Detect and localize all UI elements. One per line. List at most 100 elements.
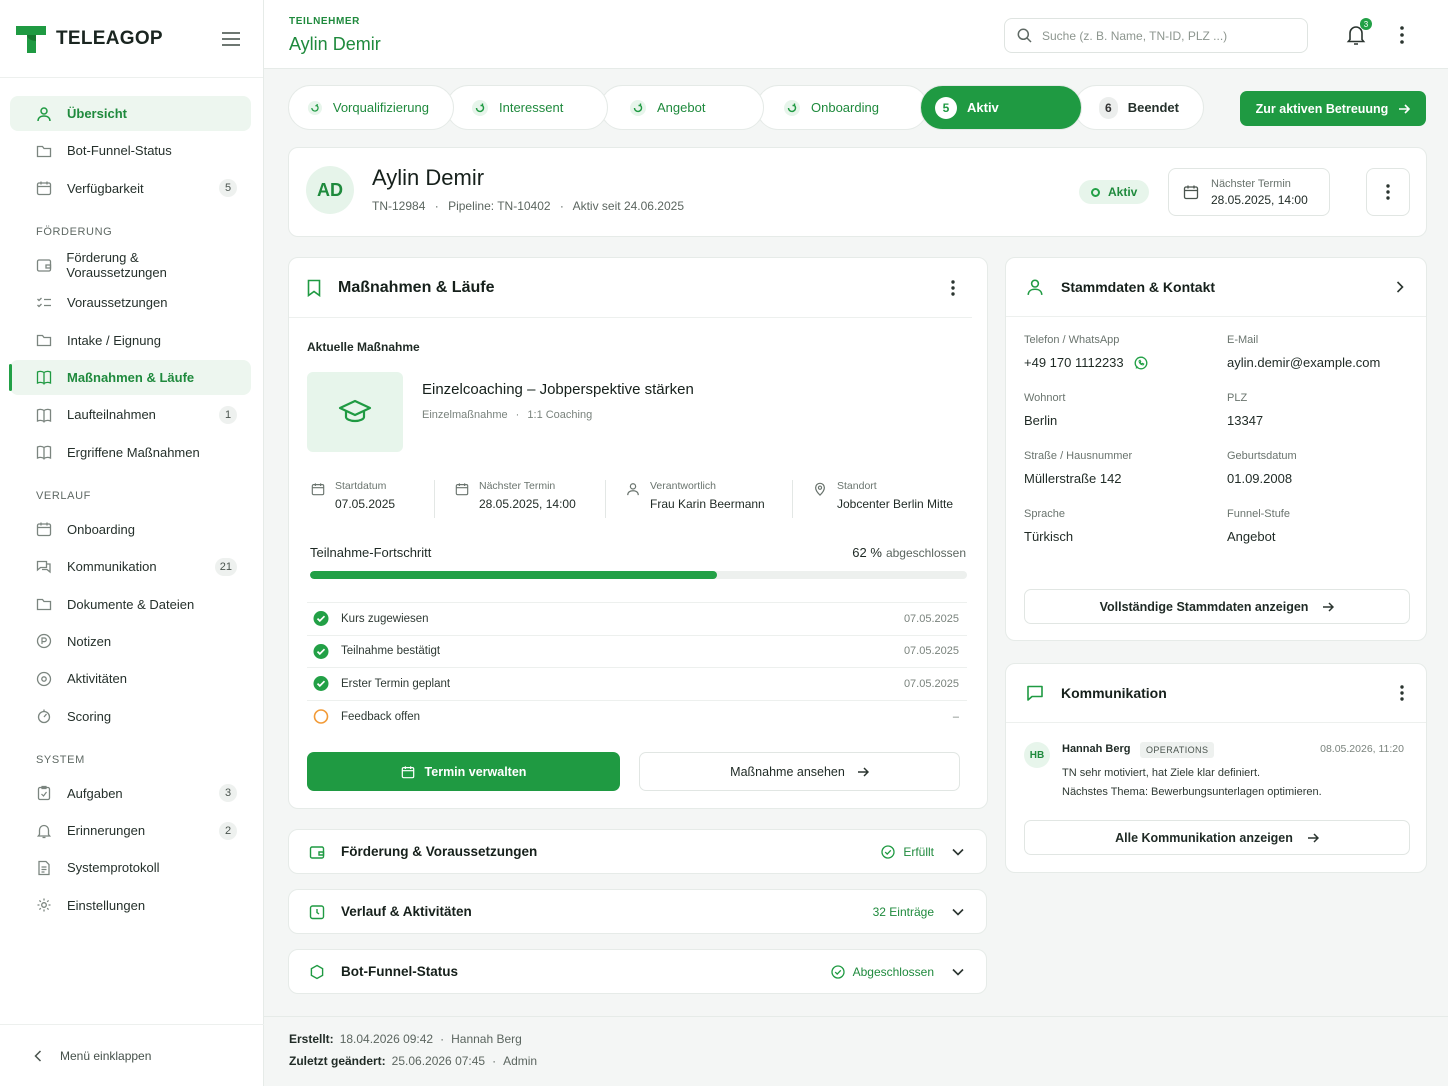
sidebar-item-overview[interactable]: Übersicht xyxy=(10,96,251,131)
sidebar-item-reminders[interactable]: Erinnerungen 2 xyxy=(10,813,251,848)
sidebar-item-requirements[interactable]: Voraussetzungen xyxy=(10,285,251,320)
message-author: Hannah Berg xyxy=(1062,743,1131,755)
search-box[interactable] xyxy=(1004,18,1308,53)
field-value[interactable]: aylin.demir@example.com xyxy=(1227,355,1414,370)
accordion-status: 32 Einträge xyxy=(873,905,934,919)
active-care-button[interactable]: Zur aktiven Betreuung xyxy=(1240,91,1426,126)
current-measure-label: Aktuelle Maßnahme xyxy=(307,340,420,354)
checklist-date: 07.05.2025 xyxy=(903,677,959,690)
show-master-data-button[interactable]: Vollständige Stammdaten anzeigen xyxy=(1024,589,1410,624)
sidebar-item-measures[interactable]: Maßnahmen & Läufe xyxy=(9,359,251,395)
calendar-icon xyxy=(311,480,327,518)
refresh-icon xyxy=(784,99,800,116)
sidebar-item-label: Bot-Funnel-Status xyxy=(67,143,172,159)
accordion-bot-funnel[interactable]: Bot-Funnel-Status Abgeschlossen xyxy=(288,949,987,994)
field-city: Wohnort Berlin xyxy=(1024,392,1227,428)
master-data-header[interactable]: Stammdaten & Kontakt xyxy=(1006,258,1426,317)
sidebar-item-label: Verfügbarkeit xyxy=(67,180,144,196)
sidebar-item-settings[interactable]: Einstellungen xyxy=(10,888,251,923)
arrow-right-icon xyxy=(1307,832,1319,843)
sidebar-item-onboarding[interactable]: Onboarding xyxy=(10,512,251,547)
measure-category: Einzelmaßnahme xyxy=(422,409,508,421)
field-funnel-stage: Funnel-Stufe Angebot xyxy=(1227,508,1414,544)
progress-bar xyxy=(310,571,967,579)
view-measure-button[interactable]: Maßnahme ansehen xyxy=(639,752,960,791)
manage-appointment-button[interactable]: Termin verwalten xyxy=(307,752,620,791)
sidebar-item-bot-funnel[interactable]: Bot-Funnel-Status xyxy=(10,133,251,168)
sidebar-item-run-participations[interactable]: Laufteilnahmen 1 xyxy=(10,397,251,432)
sidebar-item-activities[interactable]: Aktivitäten xyxy=(10,661,251,696)
step-aktiv[interactable]: 5 Aktiv xyxy=(920,85,1082,130)
calendar-icon xyxy=(455,480,471,518)
field-label: Geburtsdatum xyxy=(1227,450,1297,462)
sidebar-item-availability[interactable]: Verfügbarkeit 5 xyxy=(10,171,251,206)
collapse-menu-button[interactable]: Menü einklappen xyxy=(0,1024,264,1086)
section-title: SYSTEM xyxy=(36,753,85,766)
hamburger-menu-icon[interactable] xyxy=(221,31,241,47)
checklist-date: 07.05.2025 xyxy=(903,645,959,658)
step-onboarding[interactable]: Onboarding xyxy=(756,85,928,130)
sidebar-item-communication[interactable]: Kommunikation 21 xyxy=(10,549,251,584)
sidebar-item-system-log[interactable]: Systemprotokoll xyxy=(10,850,251,885)
sidebar-item-funding[interactable]: Förderung & Voraussetzungen xyxy=(10,248,251,283)
sidebar-item-label: Voraussetzungen xyxy=(67,295,168,311)
sidebar-item-tasks[interactable]: Aufgaben 3 xyxy=(10,776,251,811)
arrow-right-icon xyxy=(1399,103,1411,114)
notifications-button[interactable]: 3 xyxy=(1346,18,1372,46)
fact-label: Standort xyxy=(837,480,877,492)
document-icon xyxy=(36,859,54,877)
more-vertical-icon[interactable] xyxy=(1400,685,1404,701)
communication-card: Kommunikation HB Hannah Berg OPERATIONS … xyxy=(1005,663,1427,873)
calendar-icon xyxy=(36,179,54,197)
step-interessent[interactable]: Interessent xyxy=(446,85,608,130)
sidebar-item-documents[interactable]: Dokumente & Dateien xyxy=(10,587,251,622)
measures-card: Maßnahmen & Läufe Aktuelle Maßnahme Einz… xyxy=(288,257,988,809)
search-input[interactable] xyxy=(1042,28,1292,43)
field-value: Berlin xyxy=(1024,413,1058,428)
pipeline-id: Pipeline: TN-10402 xyxy=(448,199,551,213)
folder-icon xyxy=(36,331,54,349)
checklist-date: 07.05.2025 xyxy=(903,612,959,625)
field-label: Sprache xyxy=(1024,508,1065,520)
sidebar-item-scoring[interactable]: Scoring xyxy=(10,699,251,734)
notification-count-badge: 3 xyxy=(1360,18,1372,30)
user-icon xyxy=(1027,279,1043,295)
more-vertical-icon xyxy=(1386,184,1390,200)
sidebar-item-label: Systemprotokoll xyxy=(67,860,160,876)
more-vertical-icon[interactable] xyxy=(951,279,955,296)
accordion-history[interactable]: Verlauf & Aktivitäten 32 Einträge xyxy=(288,889,987,934)
fact-location: Standort Jobcenter Berlin Mitte xyxy=(793,480,963,518)
step-angebot[interactable]: Angebot xyxy=(600,85,764,130)
sidebar-item-notes[interactable]: Notizen xyxy=(10,624,251,659)
changed-by: Admin xyxy=(503,1054,538,1068)
funnel-stepper: Vorqualifizierung Interessent Angebot On… xyxy=(288,85,1204,130)
step-number: 6 xyxy=(1099,96,1118,119)
sidebar-item-taken-measures[interactable]: Ergriffene Maßnahmen xyxy=(10,435,251,470)
sidebar-nav: Übersicht Bot-Funnel-Status Verfügbarkei… xyxy=(0,78,263,923)
phone-value[interactable]: +49 170 1112233 xyxy=(1024,355,1124,370)
step-beendet[interactable]: 6 Beendet xyxy=(1074,85,1204,130)
fact-label: Startdatum xyxy=(335,480,387,492)
count-badge: 5 xyxy=(219,179,237,198)
profile-more-button[interactable] xyxy=(1366,168,1410,216)
field-phone: Telefon / WhatsApp +49 170 1112233 xyxy=(1024,334,1227,370)
next-appointment[interactable]: Nächster Termin 28.05.2025, 14:00 xyxy=(1168,168,1330,216)
step-vorqualifizierung[interactable]: Vorqualifizierung xyxy=(288,85,454,130)
message-text: Nächstes Thema: Bewerbungsunterlagen opt… xyxy=(1062,786,1322,798)
chevron-down-icon xyxy=(952,968,964,976)
whatsapp-icon[interactable] xyxy=(1134,356,1148,370)
measure-type: Einzelmaßnahme · 1:1 Coaching xyxy=(422,409,593,421)
participant-meta: TN-12984 · Pipeline: TN-10402 · Aktiv se… xyxy=(372,199,684,213)
more-vertical-icon[interactable] xyxy=(1400,26,1404,44)
active-since: Aktiv seit 24.06.2025 xyxy=(572,199,684,213)
logo-icon xyxy=(16,25,46,53)
field-zip: PLZ 13347 xyxy=(1227,392,1414,428)
folder-icon xyxy=(36,595,54,613)
step-label: Vorqualifizierung xyxy=(332,100,429,115)
field-value: 01.09.2008 xyxy=(1227,471,1293,486)
accordion-funding[interactable]: Förderung & Voraussetzungen Erfüllt xyxy=(288,829,987,874)
checklist-icon xyxy=(36,294,54,312)
count-badge: 2 xyxy=(219,821,237,840)
sidebar-item-intake[interactable]: Intake / Eignung xyxy=(10,323,251,358)
show-all-communication-button[interactable]: Alle Kommunikation anzeigen xyxy=(1024,820,1410,855)
